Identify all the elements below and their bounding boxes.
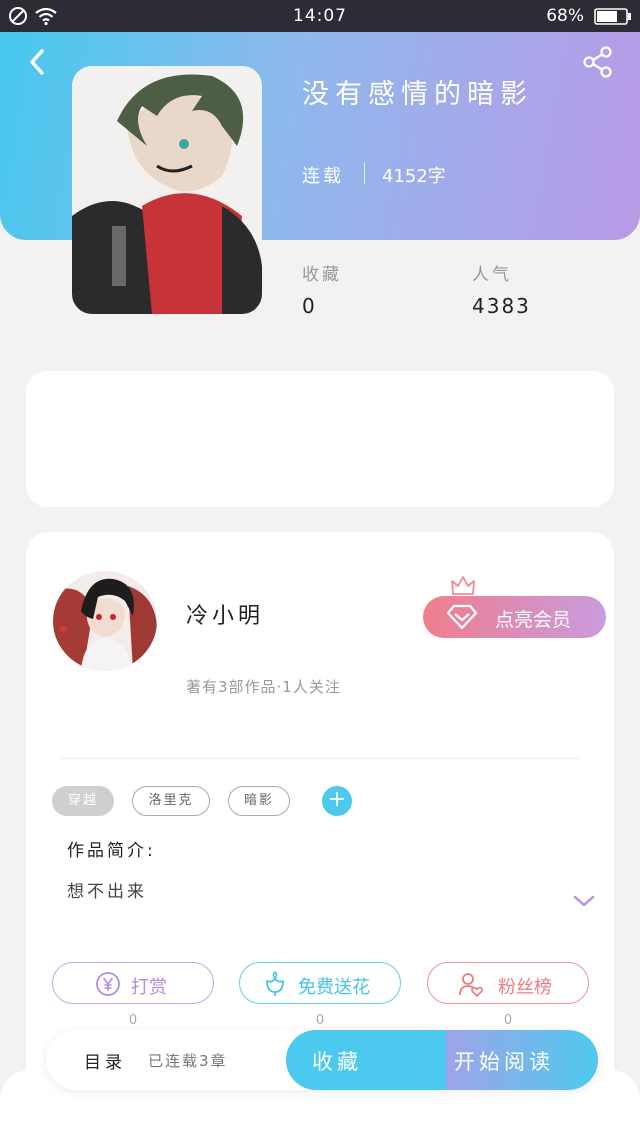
- share-icon: [583, 46, 612, 78]
- chapter-status: 已连载3章: [148, 1052, 228, 1070]
- author-meta: 著有3部作品·1人关注: [186, 678, 341, 696]
- table-of-contents-link[interactable]: 目录: [84, 1048, 126, 1073]
- avatar-illustration: [53, 571, 157, 671]
- chevron-down-icon: [573, 895, 595, 907]
- back-button[interactable]: [24, 48, 52, 76]
- tag-chip[interactable]: 洛里克: [132, 786, 210, 816]
- empty-card: [26, 371, 614, 507]
- share-button[interactable]: [580, 44, 616, 80]
- send-flower-label: 免费送花: [298, 977, 370, 998]
- send-flower-button[interactable]: 免费送花: [239, 962, 401, 1004]
- fan-ranking-button[interactable]: 粉丝榜: [427, 962, 589, 1004]
- crown-icon: [451, 576, 475, 595]
- intro-text: 想不出来: [67, 882, 147, 902]
- word-count: 4152字: [382, 166, 446, 187]
- book-title: 没有感情的暗影: [302, 79, 533, 110]
- section-divider: [60, 758, 580, 759]
- intro-label: 作品简介:: [67, 841, 156, 861]
- tag-chip[interactable]: 穿越: [52, 786, 114, 816]
- expand-button[interactable]: [573, 893, 595, 909]
- status-bar: 14:07 68%: [0, 0, 640, 32]
- flower-icon: [266, 971, 284, 996]
- fan-count: 0: [503, 1013, 513, 1028]
- collect-label: 收藏: [312, 1050, 362, 1074]
- status-time: 14:07: [293, 6, 347, 26]
- author-avatar[interactable]: [53, 571, 157, 671]
- favorites-label: 收藏: [302, 265, 342, 285]
- cover-illustration: [72, 66, 262, 314]
- collect-button[interactable]: 收藏: [286, 1030, 446, 1090]
- meta-divider: [364, 162, 365, 184]
- add-tag-button[interactable]: +: [322, 786, 352, 816]
- author-name[interactable]: 冷小明: [186, 598, 264, 630]
- popularity-count: 4383: [472, 294, 531, 318]
- yen-coin-icon: [96, 972, 120, 996]
- fan-ranking-label: 粉丝榜: [498, 977, 552, 998]
- flower-count: 0: [315, 1013, 325, 1028]
- vip-activate-button[interactable]: 点亮会员: [423, 596, 606, 638]
- chevron-left-icon: [30, 49, 44, 75]
- serial-status: 连载: [302, 166, 344, 187]
- battery-percent: 68%: [546, 6, 584, 26]
- popularity-label: 人气: [472, 265, 512, 285]
- favorites-count: 0: [302, 294, 317, 318]
- tip-label: 打赏: [131, 977, 167, 998]
- tag-chip[interactable]: 暗影: [228, 786, 290, 816]
- start-reading-label: 开始阅读: [454, 1050, 554, 1074]
- battery-icon: [594, 8, 631, 25]
- fans-icon: [459, 973, 483, 997]
- book-cover[interactable]: [72, 66, 262, 314]
- diamond-icon: [447, 604, 477, 630]
- tip-button[interactable]: 打赏: [52, 962, 214, 1004]
- tip-count: 0: [128, 1013, 138, 1028]
- plus-icon: +: [327, 787, 347, 812]
- vip-label: 点亮会员: [495, 609, 572, 631]
